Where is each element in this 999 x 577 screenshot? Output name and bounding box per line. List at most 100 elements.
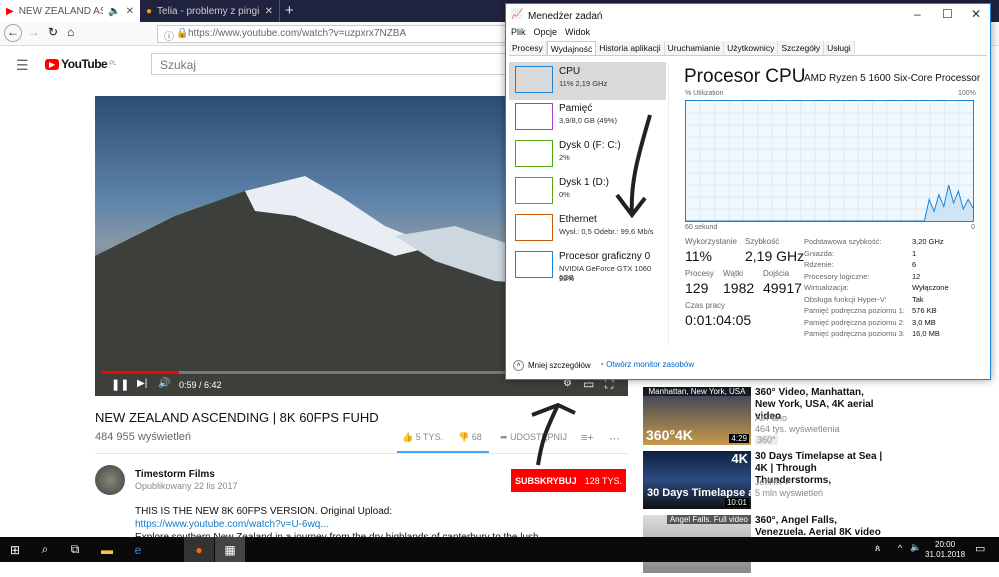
related-video[interactable]: 4K 30 Days Timelapse at 10:01 30 Days Time… <box>643 451 883 513</box>
tab-startup[interactable]: Uruchamianie <box>664 41 725 55</box>
annotation-arrows <box>531 114 652 466</box>
file-explorer-icon[interactable]: ▬ <box>92 537 122 562</box>
dislike-count: 68 <box>471 432 482 442</box>
detail-value: 576 KB <box>912 306 937 315</box>
related-video[interactable]: Manhattan, New York, USA 360°4K 4:29 360° … <box>643 387 883 449</box>
volume-icon[interactable]: 🔈 <box>910 542 921 553</box>
tab-details[interactable]: Szczegóły <box>778 41 825 55</box>
verified-icon: ✔ <box>784 477 792 487</box>
detail-label: Podstawowa szybkość: <box>804 237 882 246</box>
close-tab-icon[interactable]: ✕ <box>126 6 134 17</box>
divider <box>668 64 669 346</box>
task-manager-taskbar-icon[interactable]: ▦ <box>215 537 245 562</box>
action-center-icon[interactable]: ▭ <box>975 542 985 555</box>
url-bar[interactable]: ⓘ 🔒 https://www.youtube.com/watch?v=uzpxrx… <box>157 25 517 43</box>
new-tab-button[interactable]: + <box>285 2 294 19</box>
tab-telia[interactable]: ● Telia - problemy z pingiem – St ✕ <box>140 0 280 22</box>
detail-label: Wirtualizacja: <box>804 283 849 292</box>
detail-label: Pamięć podręczna poziomu 2: <box>804 317 905 327</box>
related-views: 464 tys. wyświetlenia <box>755 424 840 434</box>
start-button[interactable]: ⊞ <box>0 537 30 562</box>
subscribe-button[interactable]: SUBSKRYBUJ 128 TYS. <box>511 469 626 492</box>
resource-heading: Procesor CPU <box>684 66 806 87</box>
tab-youtube[interactable]: ▶ NEW ZEALAND ASCENDING 🔈 ✕ <box>0 0 140 22</box>
back-button[interactable]: ← <box>4 24 22 42</box>
menu-bar: Plik Opcje Widok <box>511 27 590 37</box>
detail-label: Gniazda: <box>804 248 835 258</box>
tab-processes[interactable]: Procesy <box>509 41 547 55</box>
people-icon[interactable]: ጰ <box>875 543 880 554</box>
time-axis-label: 60 sekund <box>685 224 718 231</box>
detail-value: 16,0 MB <box>912 329 940 338</box>
taskbar: ⊞ ⌕ ⧉ ▬ e ● ▦ ጰ ^ 🔈 20:00 31.01.2018 ▭ <box>0 537 999 562</box>
search-icon[interactable]: ⌕ <box>30 537 60 562</box>
like-count: 5 TYS. <box>415 432 444 442</box>
stat-label: Procesy <box>685 269 714 278</box>
detail-value: 12 <box>912 271 921 281</box>
maximize-button[interactable]: ☐ <box>942 7 953 21</box>
pause-button[interactable]: ❚❚ <box>111 378 129 391</box>
detail-value: 6 <box>912 260 917 269</box>
menu-icon[interactable]: ☰ <box>16 57 29 74</box>
detail-label: Obsługa funkcji Hyper-V: <box>804 294 887 304</box>
thumb-overlay: 30 Days Timelapse at <box>647 487 751 499</box>
stat-value: 2,19 GHz <box>745 248 805 264</box>
resource-value: 11% 2,19 GHz <box>559 79 608 88</box>
utilization-max: 100% <box>958 90 976 97</box>
menu-view[interactable]: Widok <box>565 27 590 37</box>
tab-users[interactable]: Użytkownicy <box>724 41 779 55</box>
duration: 10:01 <box>724 498 749 507</box>
favicon-icon: ● <box>146 5 153 17</box>
resource-item[interactable]: CPU 11% 2,19 GHz <box>509 62 666 100</box>
tab-app-history[interactable]: Historia aplikacji <box>596 41 665 55</box>
detail-label: Rdzenie: <box>804 260 834 269</box>
menu-options[interactable]: Opcje <box>534 27 558 37</box>
description-link[interactable]: https://www.youtube.com/watch?v=U-6wq... <box>135 519 329 530</box>
volume-button[interactable]: 🔊 <box>158 378 170 389</box>
detail-label: Pamięć podręczna poziomu 3: <box>804 329 905 338</box>
stat-label: Wykorzystanie <box>685 237 737 246</box>
youtube-favicon-icon: ▶ <box>6 5 14 17</box>
task-view-icon[interactable]: ⧉ <box>60 537 90 562</box>
cpu-model: AMD Ryzen 5 1600 Six-Core Processor <box>804 73 981 84</box>
stat-value: 11% <box>685 248 712 264</box>
close-tab-icon[interactable]: ✕ <box>265 6 273 17</box>
tray-chevron-icon[interactable]: ^ <box>898 543 902 553</box>
firefox-icon[interactable]: ● <box>184 537 214 562</box>
badge-360: 360° <box>755 435 778 445</box>
search-input[interactable]: Szukaj <box>151 53 511 75</box>
related-title[interactable]: 360°, Angel Falls, Venezuela. Aerial 8K … <box>755 515 883 539</box>
related-channel: AirPano <box>755 413 788 423</box>
menu-file[interactable]: Plik <box>511 27 526 37</box>
info-icon: ⓘ <box>164 32 174 43</box>
reload-button[interactable]: ↻ <box>48 25 58 39</box>
cpu-utilization-graph <box>685 100 974 222</box>
time: 20:00 <box>935 540 956 549</box>
clock[interactable]: 20:00 31.01.2018 <box>925 540 965 560</box>
dislike-button[interactable]: 👎 68 <box>458 432 482 443</box>
stat-value: 0:01:04:05 <box>685 312 752 328</box>
detail-value: 1 <box>912 248 917 258</box>
tab-performance[interactable]: Wydajność <box>546 41 597 55</box>
tab-label: NEW ZEALAND ASCENDING <box>18 5 103 17</box>
home-button[interactable]: ⌂ <box>67 25 74 39</box>
subscribe-label: SUBSKRYBUJ <box>514 475 577 486</box>
like-button[interactable]: 👍 5 TYS. <box>402 432 443 443</box>
minimize-button[interactable]: – <box>914 7 921 21</box>
next-button[interactable]: ▶| <box>137 378 147 389</box>
speaker-icon[interactable]: 🔈 <box>108 6 120 17</box>
duration: 4:29 <box>729 434 749 443</box>
youtube-logo[interactable]: ▶ YouTube PL <box>45 57 117 71</box>
detail-value: Tak <box>912 294 924 304</box>
channel-name: JeffHK <box>755 477 782 487</box>
forward-button[interactable]: → <box>28 25 40 39</box>
edge-icon[interactable]: e <box>123 537 153 562</box>
channel-avatar[interactable] <box>95 465 125 495</box>
time-axis-end: 0 <box>971 224 975 231</box>
close-button[interactable]: ✕ <box>971 7 981 21</box>
channel-name[interactable]: Timestorm Films <box>135 469 215 480</box>
tab-strip: Procesy Wydajność Historia aplikacji Uru… <box>509 41 987 56</box>
tab-services[interactable]: Usługi <box>824 41 855 55</box>
detail-value: 3,20 GHz <box>912 237 944 246</box>
stat-label: Wątki <box>723 269 743 278</box>
